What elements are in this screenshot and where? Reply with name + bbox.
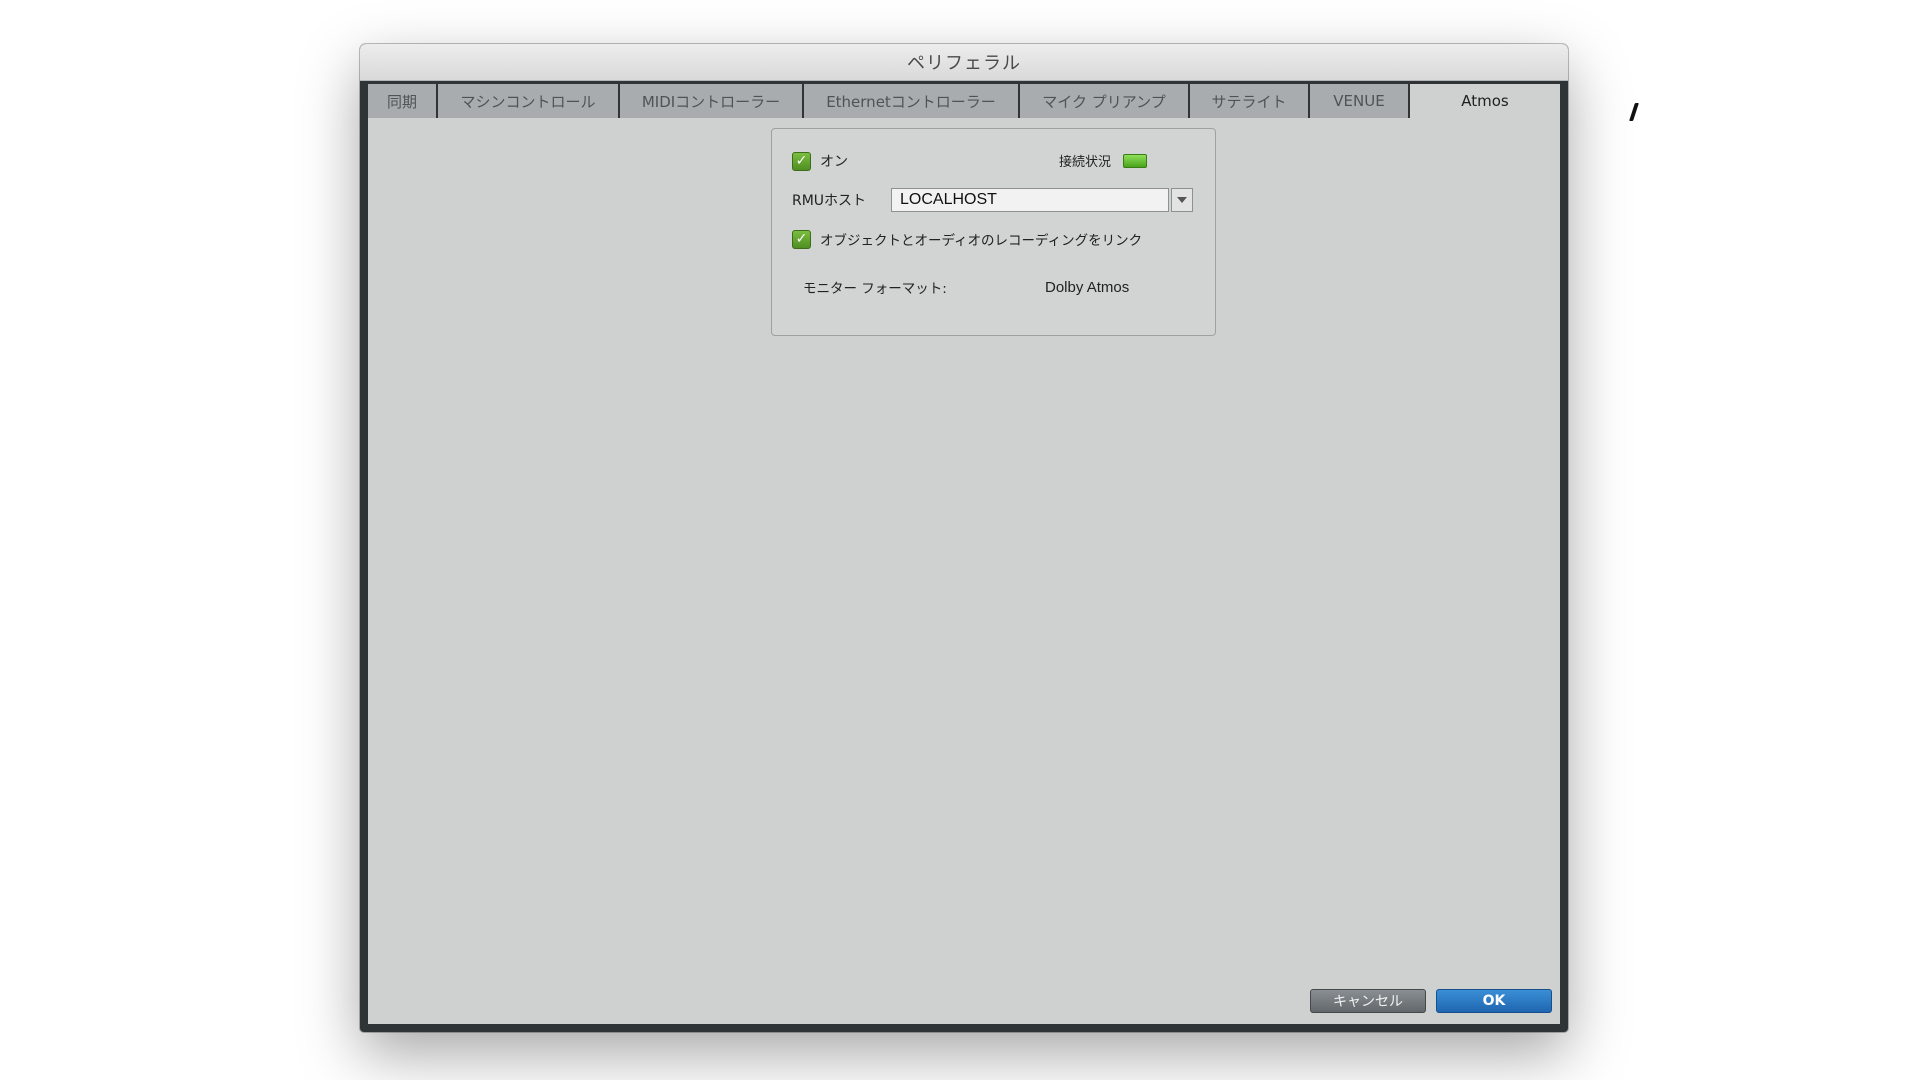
on-checkbox[interactable]: ✓ bbox=[792, 151, 811, 171]
rmu-host-dropdown-button[interactable] bbox=[1171, 188, 1193, 212]
checkmark-icon: ✓ bbox=[795, 231, 808, 247]
atmos-settings-panel: ✓ オン 接続状況 RMUホスト LOCALHOST ✓ オブジェクトとオーディ… bbox=[771, 128, 1216, 336]
connection-status-row: 接続状況 bbox=[1059, 151, 1148, 170]
tab-venue[interactable]: VENUE bbox=[1310, 84, 1410, 118]
ok-button[interactable]: OK bbox=[1436, 989, 1552, 1013]
link-recording-row: ✓ オブジェクトとオーディオのレコーディングをリンク bbox=[792, 229, 1142, 249]
tab-atmos[interactable]: Atmos bbox=[1410, 84, 1560, 118]
window-title: ペリフェラル bbox=[360, 44, 1568, 81]
rmu-host-input[interactable]: LOCALHOST bbox=[891, 188, 1169, 212]
connection-status-label: 接続状況 bbox=[1059, 155, 1112, 170]
cancel-button[interactable]: キャンセル bbox=[1310, 989, 1426, 1013]
tab-mic-preamps[interactable]: マイク プリアンプ bbox=[1020, 84, 1190, 118]
tab-sync[interactable]: 同期 bbox=[368, 84, 438, 118]
on-label: オン bbox=[820, 154, 848, 170]
chevron-down-icon bbox=[1177, 197, 1187, 203]
tab-satellites[interactable]: サテライト bbox=[1190, 84, 1310, 118]
dialog-footer: キャンセル OK bbox=[368, 978, 1560, 1024]
rmu-host-row: RMUホスト LOCALHOST bbox=[792, 188, 1193, 212]
monitor-format-row: モニター フォーマット: Dolby Atmos bbox=[803, 277, 1130, 298]
connection-status-indicator bbox=[1123, 153, 1148, 168]
monitor-format-label: モニター フォーマット: bbox=[803, 281, 947, 297]
link-recording-label: オブジェクトとオーディオのレコーディングをリンク bbox=[820, 233, 1143, 249]
tab-ethernet-controllers[interactable]: Ethernetコントローラー bbox=[804, 84, 1020, 118]
tab-machine-control[interactable]: マシンコントロール bbox=[438, 84, 620, 118]
monitor-format-value: Dolby Atmos bbox=[1045, 278, 1130, 296]
mouse-cursor-icon bbox=[1629, 103, 1639, 121]
rmu-host-label: RMUホスト bbox=[792, 193, 867, 209]
tab-midi-controllers[interactable]: MIDIコントローラー bbox=[620, 84, 804, 118]
tab-bar: 同期 マシンコントロール MIDIコントローラー Ethernetコントローラー… bbox=[368, 84, 1560, 118]
peripherals-dialog: ペリフェラル 同期 マシンコントロール MIDIコントローラー Ethernet… bbox=[360, 44, 1568, 1032]
link-recording-checkbox[interactable]: ✓ bbox=[792, 229, 811, 249]
tab-content-atmos: ✓ オン 接続状況 RMUホスト LOCALHOST ✓ オブジェクトとオーディ… bbox=[368, 118, 1560, 1016]
on-row: ✓ オン bbox=[792, 151, 848, 171]
checkmark-icon: ✓ bbox=[795, 153, 808, 169]
